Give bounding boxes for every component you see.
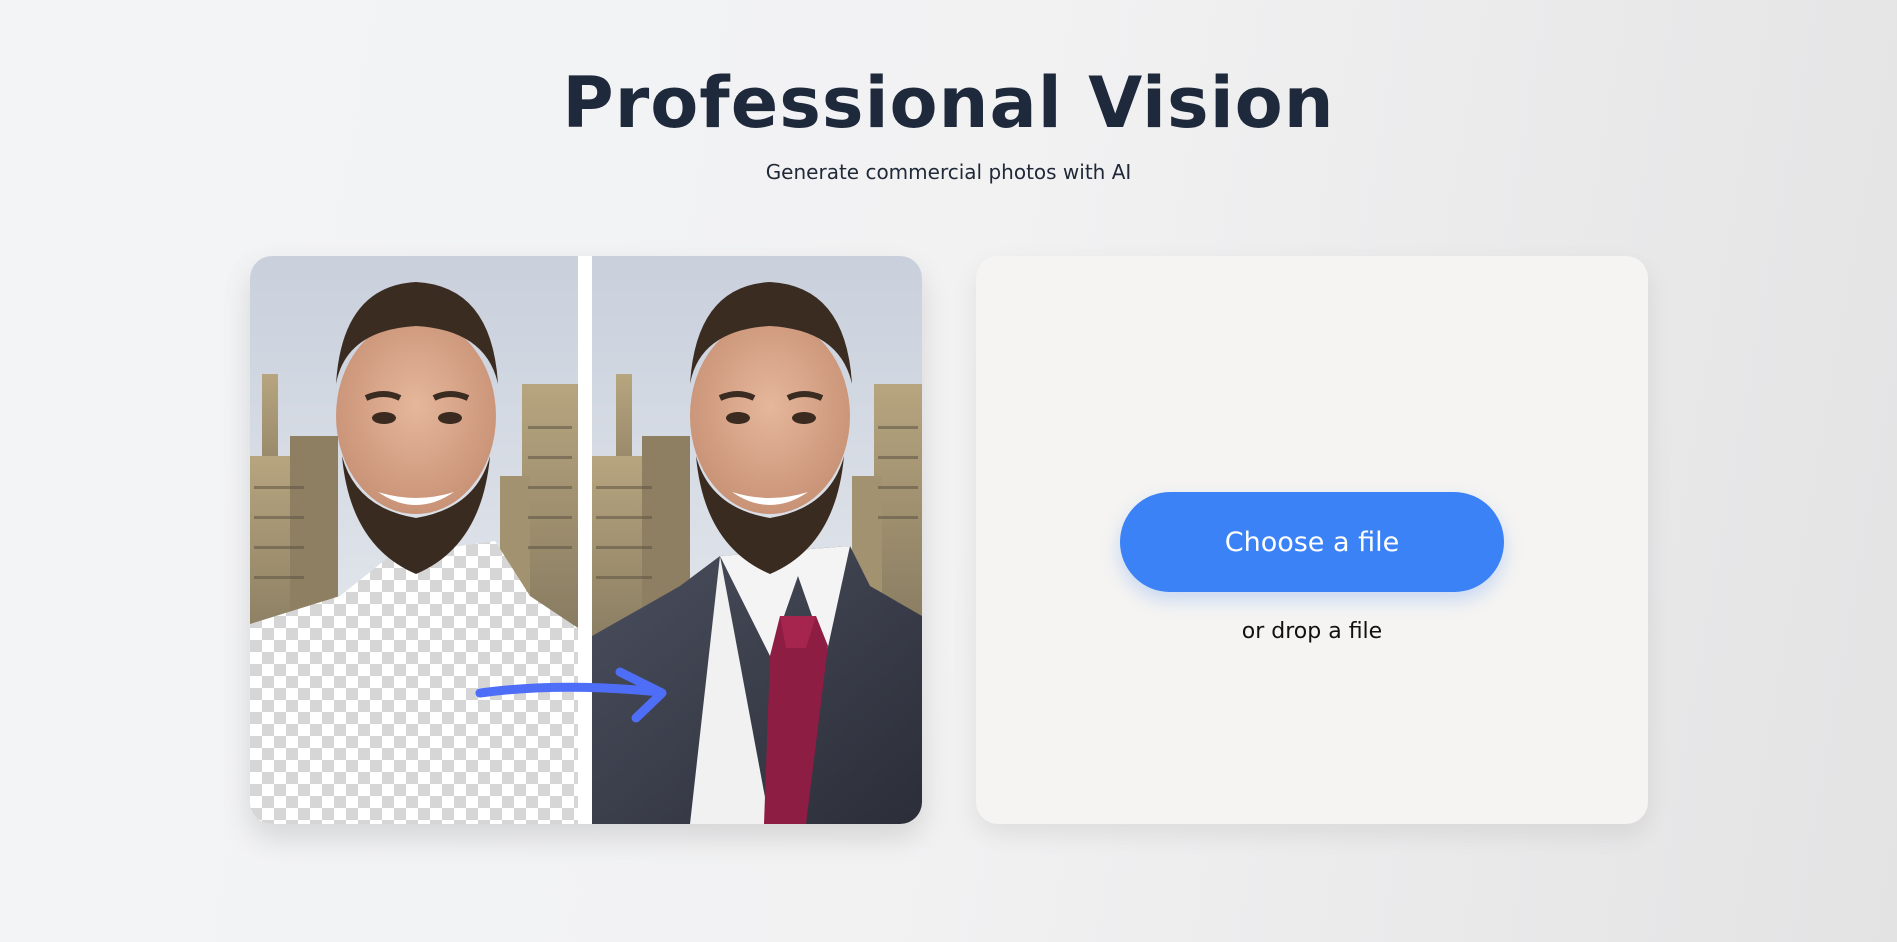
- before-after-demo-image: [250, 256, 922, 824]
- choose-file-button[interactable]: Choose a file: [1120, 492, 1504, 592]
- after-photo: [592, 256, 922, 824]
- drop-file-hint: or drop a file: [1241, 619, 1383, 644]
- page-subtitle: Generate commercial photos with AI: [765, 160, 1132, 184]
- page-title: Professional Vision: [562, 62, 1335, 144]
- upload-dropzone[interactable]: Choose a file or drop a file: [976, 256, 1648, 824]
- before-photo: [250, 256, 578, 824]
